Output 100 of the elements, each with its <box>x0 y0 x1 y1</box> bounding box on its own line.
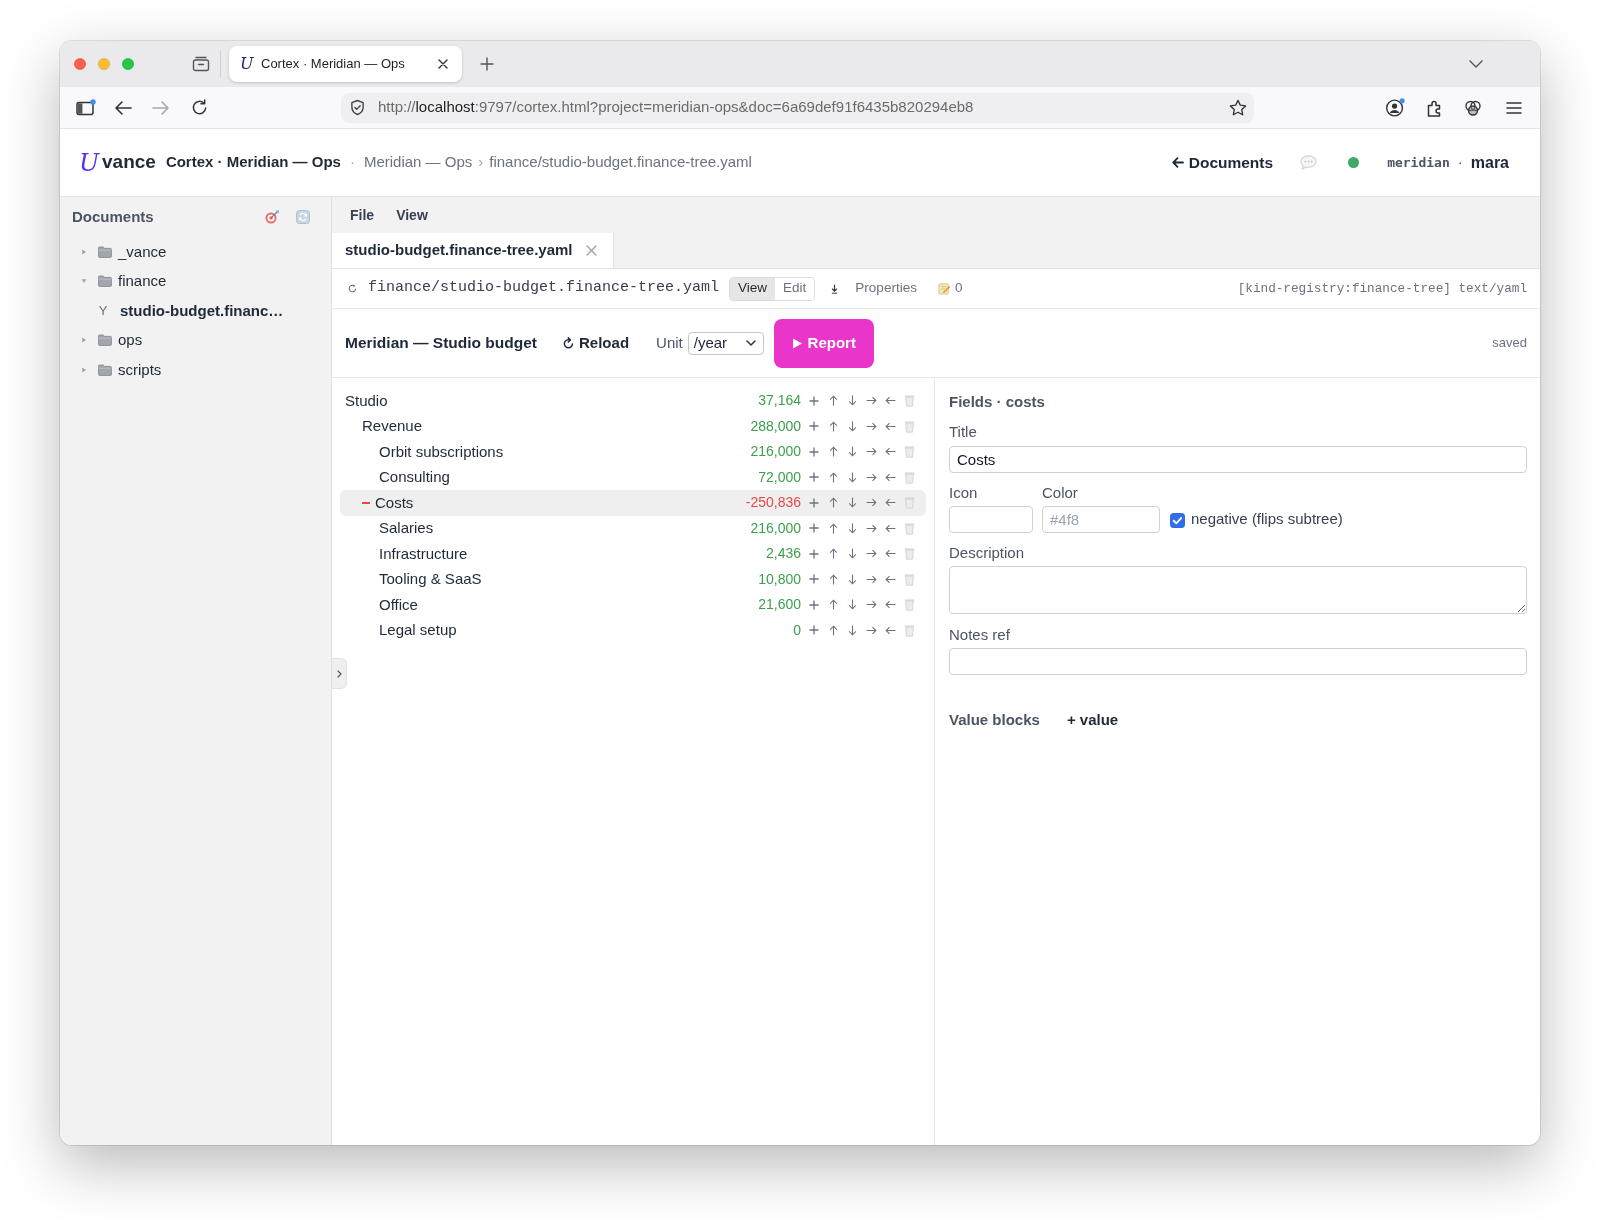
menu-item[interactable]: View <box>396 204 428 226</box>
title-field[interactable]: Costs <box>949 446 1527 473</box>
menu-icon[interactable] <box>1506 100 1522 115</box>
tree-row[interactable]: Studio 37,164 <box>340 388 926 414</box>
shield-icon[interactable] <box>350 99 365 116</box>
arrow-up-icon[interactable] <box>828 446 838 458</box>
target-icon[interactable] <box>265 210 279 224</box>
arrow-left-icon[interactable] <box>884 625 896 635</box>
tree-row[interactable]: Salaries 216,000 <box>340 515 926 541</box>
tree-row[interactable]: Infrastructure 2,436 <box>340 541 926 567</box>
plus-icon[interactable] <box>809 395 819 406</box>
icon-field[interactable] <box>949 506 1033 533</box>
documents-link[interactable]: Documents <box>1171 150 1274 175</box>
document-link[interactable]: studio-budget.financ… <box>120 299 284 322</box>
arrow-down-icon[interactable] <box>847 599 857 611</box>
plus-icon[interactable] <box>809 523 819 534</box>
report-button[interactable]: Report <box>773 318 874 368</box>
arrow-up-icon[interactable] <box>828 420 838 432</box>
address-bar[interactable]: http://localhost:9797/cortex.html?project=meridian-ops&doc=6a69def91f6435b820294eb8 <box>341 92 1254 123</box>
arrow-down-icon[interactable] <box>847 624 857 636</box>
tree-row[interactable]: Office 21,600 <box>340 592 926 618</box>
reload-button[interactable]: Reload <box>563 331 630 355</box>
arrow-down-icon[interactable] <box>847 548 857 560</box>
checkbox[interactable] <box>1170 513 1185 528</box>
plus-icon[interactable] <box>809 574 819 585</box>
arrow-right-icon[interactable] <box>865 396 877 406</box>
collapse-handle[interactable] <box>332 658 347 689</box>
arrow-up-icon[interactable] <box>828 471 838 483</box>
tree-row[interactable]: Revenue 288,000 <box>340 413 926 439</box>
arrow-right-icon[interactable] <box>865 574 877 584</box>
arrow-left-icon[interactable] <box>884 600 896 610</box>
breadcrumb-link[interactable]: Meridian — Ops <box>363 151 473 174</box>
editor-tab[interactable]: studio-budget.finance-tree.yaml <box>332 233 614 268</box>
arrow-up-icon[interactable] <box>828 599 838 611</box>
properties-link[interactable]: Properties <box>855 278 917 299</box>
chevron-down-icon[interactable] <box>1469 60 1483 68</box>
plus-icon[interactable] <box>809 599 819 610</box>
tree-row[interactable]: Orbit subscriptions 216,000 <box>340 439 926 465</box>
color-field[interactable]: #4f8 <box>1042 506 1160 533</box>
arrow-down-icon[interactable] <box>847 522 857 534</box>
arrow-down-icon[interactable] <box>847 573 857 585</box>
tree-row[interactable]: Costs -250,836 <box>340 490 926 516</box>
plus-icon[interactable] <box>809 497 819 508</box>
arrow-up-icon[interactable] <box>828 624 838 636</box>
mode-toggle[interactable]: View <box>730 277 776 300</box>
arrow-up-icon[interactable] <box>828 497 838 509</box>
plus-icon[interactable] <box>809 472 819 483</box>
tree-row[interactable]: Consulting 72,000 <box>340 464 926 490</box>
plus-icon[interactable] <box>809 548 819 559</box>
arrow-left-icon[interactable] <box>884 472 896 482</box>
plus-icon[interactable] <box>809 421 819 432</box>
arrow-right-icon[interactable] <box>865 421 877 431</box>
arrow-right-icon[interactable] <box>865 472 877 482</box>
description-field[interactable] <box>949 566 1527 614</box>
menu-item[interactable]: File <box>350 204 375 226</box>
arrow-right-icon[interactable] <box>865 498 877 508</box>
arrow-up-icon[interactable] <box>828 522 838 534</box>
back-icon[interactable] <box>114 99 132 116</box>
folder-link[interactable]: finance <box>118 270 167 293</box>
arrow-right-icon[interactable] <box>865 549 877 559</box>
arrow-left-icon[interactable] <box>884 421 896 431</box>
circles-icon[interactable] <box>1464 98 1482 117</box>
tab-tray-icon[interactable] <box>192 56 210 72</box>
plus-icon[interactable] <box>809 625 819 636</box>
arrow-down-icon[interactable] <box>847 497 857 509</box>
arrow-right-icon[interactable] <box>865 447 877 457</box>
arrow-down-icon[interactable] <box>847 471 857 483</box>
browser-tab[interactable]: U Cortex · Meridian — Ops <box>229 46 462 82</box>
arrow-left-icon[interactable] <box>884 498 896 508</box>
arrow-up-icon[interactable] <box>828 395 838 407</box>
close-icon[interactable] <box>438 59 448 69</box>
folder-link[interactable]: scripts <box>118 358 162 381</box>
window-close-icon[interactable] <box>74 58 86 70</box>
add-value-button[interactable]: + value <box>1066 709 1119 732</box>
star-icon[interactable] <box>1229 99 1247 116</box>
breadcrumb-link[interactable]: finance/studio-budget.finance-tree.yaml <box>489 151 752 174</box>
arrow-down-icon[interactable] <box>847 395 857 407</box>
arrow-up-icon[interactable] <box>828 548 838 560</box>
arrow-left-icon[interactable] <box>884 549 896 559</box>
arrow-left-icon[interactable] <box>884 447 896 457</box>
tree-row[interactable]: Tooling & SaaS 10,800 <box>340 566 926 592</box>
refresh-icon[interactable] <box>348 284 357 293</box>
arrow-down-icon[interactable] <box>847 446 857 458</box>
folder-link[interactable]: _vance <box>118 240 167 263</box>
arrow-left-icon[interactable] <box>884 396 896 406</box>
arrow-right-icon[interactable] <box>865 625 877 635</box>
account-icon[interactable] <box>1385 98 1406 117</box>
plus-icon[interactable] <box>809 446 819 457</box>
sidebar-icon[interactable] <box>76 99 96 116</box>
notes-ref-field[interactable] <box>949 648 1527 675</box>
folder-link[interactable]: ops <box>118 329 143 352</box>
download-icon[interactable] <box>831 283 839 294</box>
tree-row[interactable]: Legal setup 0 <box>340 617 926 643</box>
arrow-right-icon[interactable] <box>865 600 877 610</box>
arrow-left-icon[interactable] <box>884 574 896 584</box>
unit-select[interactable]: /year <box>687 331 764 355</box>
plus-icon[interactable] <box>480 57 494 71</box>
arrow-down-icon[interactable] <box>847 420 857 432</box>
reload-icon[interactable] <box>191 99 208 116</box>
arrow-left-icon[interactable] <box>884 523 896 533</box>
